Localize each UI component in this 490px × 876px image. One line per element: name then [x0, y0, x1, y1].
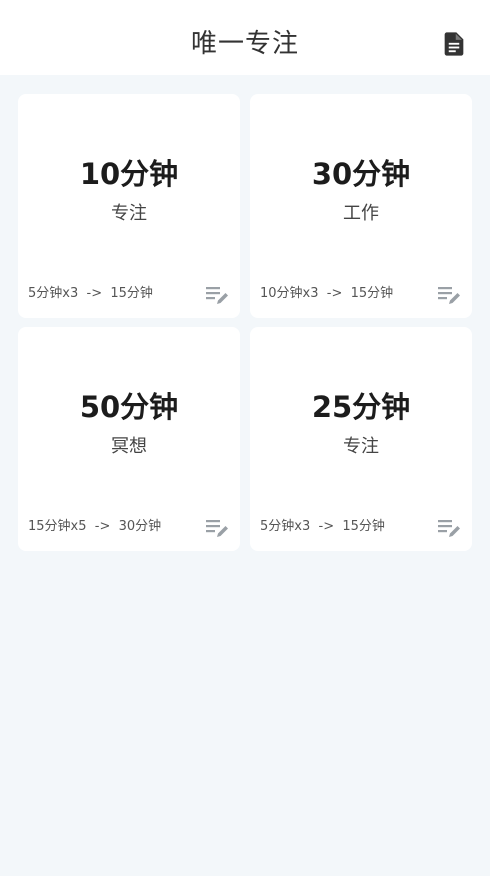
card-label: 专注 — [343, 436, 379, 457]
records-button[interactable] — [440, 30, 468, 58]
card-label: 工作 — [343, 203, 379, 224]
page-title: 唯一专注 — [190, 29, 299, 59]
card-plan: 5分钟x3 -> 15分钟 — [260, 519, 385, 534]
card-label: 专注 — [111, 203, 147, 224]
playlist-edit-icon — [206, 520, 228, 537]
edit-plan-button[interactable] — [437, 517, 463, 539]
timer-card[interactable]: 25分钟 专注 5分钟x3 -> 15分钟 — [250, 327, 472, 551]
edit-plan-button[interactable] — [205, 517, 231, 539]
edit-plan-button[interactable] — [437, 284, 463, 306]
card-duration: 50分钟 — [79, 390, 179, 424]
timer-card-grid: 10分钟 专注 5分钟x3 -> 15分钟 30分钟 工作 10分钟x3 -> … — [18, 94, 472, 551]
timer-card[interactable]: 10分钟 专注 5分钟x3 -> 15分钟 — [18, 94, 240, 318]
edit-plan-button[interactable] — [205, 284, 231, 306]
timer-card[interactable]: 50分钟 冥想 15分钟x5 -> 30分钟 — [18, 327, 240, 551]
timer-card[interactable]: 30分钟 工作 10分钟x3 -> 15分钟 — [250, 94, 472, 318]
card-plan: 5分钟x3 -> 15分钟 — [28, 286, 153, 301]
app-header: 唯一专注 — [0, 0, 490, 75]
card-duration: 25分钟 — [311, 390, 411, 424]
card-duration: 10分钟 — [79, 157, 179, 191]
card-label: 冥想 — [111, 436, 147, 457]
playlist-edit-icon — [438, 287, 460, 304]
document-icon — [444, 32, 464, 56]
playlist-edit-icon — [206, 287, 228, 304]
card-duration: 30分钟 — [311, 157, 411, 191]
playlist-edit-icon — [438, 520, 460, 537]
card-plan: 10分钟x3 -> 15分钟 — [260, 286, 394, 301]
card-plan: 15分钟x5 -> 30分钟 — [28, 519, 162, 534]
